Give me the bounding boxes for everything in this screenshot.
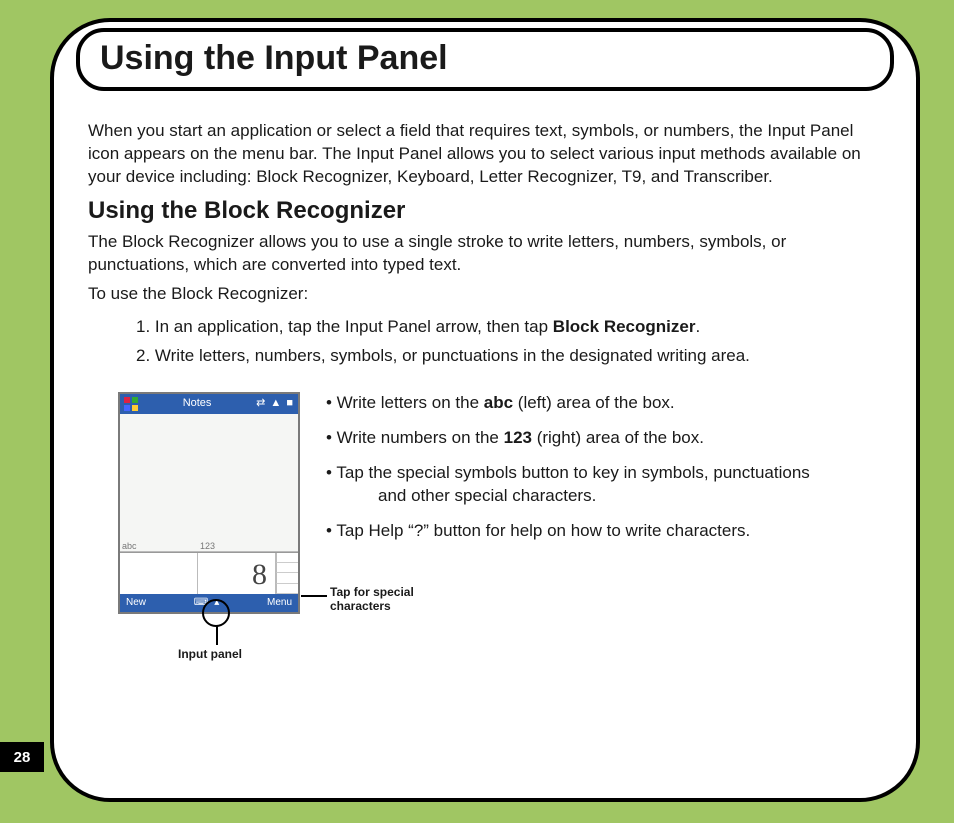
- step-1-pre: 1. In an application, tap the Input Pane…: [136, 317, 553, 336]
- screenshot-note-canvas: [120, 414, 298, 552]
- bullet-2-pre: • Write numbers on the: [326, 428, 504, 447]
- screenshot-wrapper: Notes ⇄ ▲ ■ abc 123 8: [118, 392, 308, 614]
- screenshot-status-icons: ⇄ ▲ ■: [256, 396, 294, 411]
- step-1: 1. In an application, tap the Input Pane…: [136, 316, 888, 339]
- steps-list: 1. In an application, tap the Input Pane…: [136, 316, 888, 368]
- annotation-caption-special-chars: Tap for special characters: [330, 586, 440, 614]
- bullet-2-post: (right) area of the box.: [532, 428, 704, 447]
- bullet-3-line1: • Tap the special symbols button to key …: [326, 463, 810, 482]
- recognizer-side-btn: [276, 573, 298, 583]
- recognizer-123-zone: 123 8: [198, 553, 276, 594]
- device-screenshot: Notes ⇄ ▲ ■ abc 123 8: [118, 392, 300, 614]
- annotation-leader-special-chars: [301, 595, 327, 597]
- page-number-tab: 28: [0, 742, 44, 772]
- windows-logo-icon: [124, 397, 138, 411]
- recognizer-side-btn: [276, 553, 298, 563]
- bullet-1-pre: • Write letters on the: [326, 393, 484, 412]
- recognizer-123-label: 123: [200, 540, 215, 552]
- section-intro: The Block Recognizer allows you to use a…: [88, 231, 888, 277]
- step-1-bold: Block Recognizer: [553, 317, 696, 336]
- bullet-2-bold: 123: [504, 428, 532, 447]
- screenshot-bottom-right: Menu: [267, 596, 292, 610]
- step-2: 2. Write letters, numbers, symbols, or p…: [136, 345, 888, 368]
- annotation-caption-input-panel: Input panel: [178, 646, 242, 662]
- recognizer-abc-zone: abc: [120, 553, 198, 594]
- bullet-1-bold: abc: [484, 393, 513, 412]
- recognizer-side-btn: [276, 563, 298, 573]
- annotation-leader-input-panel: [216, 625, 218, 645]
- screenshot-bottom-left: New: [126, 596, 146, 610]
- recognizer-abc-label: abc: [122, 540, 137, 552]
- intro-paragraph: When you start an application or select …: [88, 120, 888, 189]
- bullet-4: • Tap Help “?” button for help on how to…: [326, 520, 888, 543]
- bullet-1: • Write letters on the abc (left) area o…: [326, 392, 888, 415]
- bullet-3-line2: and other special characters.: [344, 485, 888, 508]
- annotation-circle: [202, 599, 230, 627]
- bullet-3: • Tap the special symbols button to key …: [326, 462, 888, 508]
- page-title: Using the Input Panel: [76, 28, 894, 91]
- bullets-list: • Write letters on the abc (left) area o…: [326, 392, 888, 555]
- recognizer-side-buttons: [276, 553, 298, 594]
- bullet-2: • Write numbers on the 123 (right) area …: [326, 427, 888, 450]
- section-lead: To use the Block Recognizer:: [88, 283, 888, 306]
- step-1-post: .: [695, 317, 700, 336]
- recognizer-side-btn: [276, 584, 298, 594]
- bullet-1-post: (left) area of the box.: [513, 393, 675, 412]
- figure-row: Notes ⇄ ▲ ■ abc 123 8: [118, 392, 888, 614]
- recognizer-drawn-char: 8: [252, 555, 267, 596]
- section-heading: Using the Block Recognizer: [88, 195, 888, 227]
- screenshot-title-bar: Notes ⇄ ▲ ■: [120, 394, 298, 414]
- screenshot-recognizer-strip: abc 123 8: [120, 552, 298, 594]
- content-area: When you start an application or select …: [88, 120, 888, 614]
- screenshot-app-title: Notes: [183, 396, 212, 411]
